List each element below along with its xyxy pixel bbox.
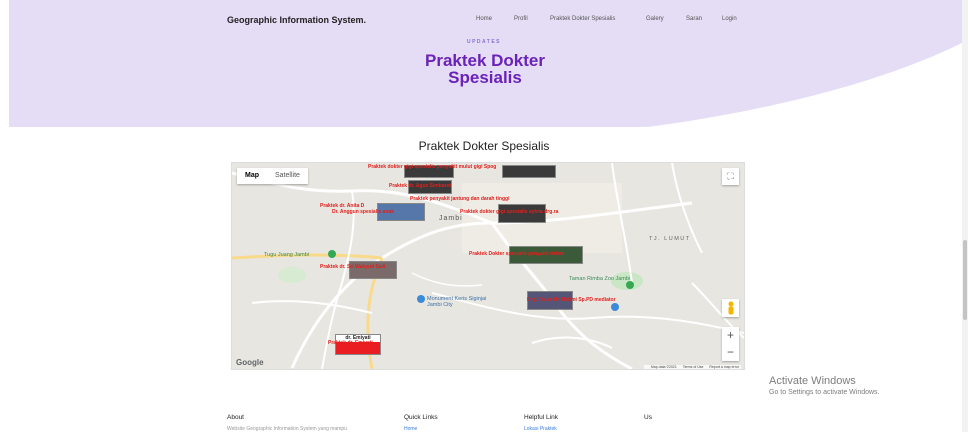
footer-helpful-heading: Helpful Link (524, 414, 558, 421)
place-label-rimba: Taman Rimba Zoo Jambi (569, 276, 631, 282)
place-label-monument: Monument Keris Siginjai Jambi City (427, 296, 487, 308)
marker-label[interactable]: Praktek penyakit jantung dan darah tingg… (410, 196, 509, 202)
nav-home[interactable]: Home (476, 16, 492, 22)
footer-quick-links: Quick Links Home (404, 414, 438, 432)
activate-title: Activate Windows (769, 375, 856, 387)
marker-label[interactable]: Praktek dokter gigi spesialis penyakit m… (368, 164, 496, 170)
nav-profil[interactable]: Profil (514, 16, 528, 22)
site-brand[interactable]: Geographic Information System. (227, 15, 366, 25)
marker-label[interactable]: Drg. Tessa Dr. Rahmi Sp.PD mediator (527, 297, 616, 303)
street-view-pegman-icon[interactable] (722, 299, 739, 317)
footer-us-heading: Us (644, 414, 652, 421)
footer-about-heading: About (227, 414, 244, 421)
report-error-link[interactable]: Report a map error (709, 365, 739, 369)
section-title: Praktek Dokter Spesialis (418, 139, 550, 153)
google-map[interactable]: Map Satellite ⛶ Jambi TJ. LUMUT Tugu Jua… (231, 162, 745, 370)
map-attribution: Map data ©2021 Terms of Use Report a map… (643, 365, 741, 369)
place-label-tj-lumut: TJ. LUMUT (649, 236, 691, 242)
marker-photo[interactable] (502, 165, 556, 178)
map-type-map[interactable]: Map (237, 168, 267, 184)
marker-label[interactable]: Praktek dr. Emiyati (328, 340, 373, 346)
hero-title: Praktek Dokter Spesialis (360, 52, 610, 86)
footer-about: About Website Geographic Information Sys… (227, 414, 347, 432)
nav-saran[interactable]: Saran (686, 16, 702, 22)
marker-label[interactable]: Praktek dr. Sri Wahyuti SpA (320, 264, 386, 270)
footer-helpful: Helpful Link Lokasi Praktek (524, 414, 558, 432)
place-pin-icon (611, 303, 619, 311)
footer-us: Us (644, 414, 652, 421)
footer-about-text: Website Geographic Information System ya… (227, 426, 347, 432)
activate-subtitle: Go to Settings to activate Windows. (769, 389, 880, 396)
nav-praktek[interactable]: Praktek Dokter Spesialis (550, 16, 615, 22)
tugu-pin-icon (328, 250, 336, 258)
hero-title-line1: Praktek Dokter (424, 51, 545, 70)
zoom-control: + − (722, 327, 739, 361)
terms-link[interactable]: Terms of Use (683, 365, 704, 369)
footer-lokasi-link[interactable]: Lokasi Praktek (524, 426, 558, 432)
hero-eyebrow: UPDATES (466, 39, 502, 45)
zoom-in-button[interactable]: + (722, 327, 739, 344)
map-type-control: Map Satellite (237, 168, 308, 184)
footer-quick-heading: Quick Links (404, 414, 438, 421)
monument-pin-icon (417, 295, 425, 303)
marker-label[interactable]: Praktek Dokter spesialis penyakit dalam (469, 251, 564, 257)
zoom-out-button[interactable]: − (722, 344, 739, 361)
scrollbar-thumb[interactable] (963, 240, 967, 320)
marker-label[interactable]: Praktek dr. Agus Simbaret (389, 183, 451, 189)
place-label-jambi: Jambi (439, 215, 463, 222)
hero-title-line2: Spesialis (448, 68, 522, 87)
map-type-satellite[interactable]: Satellite (267, 168, 308, 184)
place-label-tugu: Tugu Juang Jambi (264, 252, 310, 258)
fullscreen-button[interactable]: ⛶ (722, 168, 739, 185)
map-data-text: Map data ©2021 (650, 365, 677, 369)
google-logo: Google (236, 358, 264, 367)
nav-galery[interactable]: Galery (646, 16, 664, 22)
footer-home-link[interactable]: Home (404, 426, 438, 432)
nav-login[interactable]: Login (722, 16, 737, 22)
page-scrollbar[interactable] (962, 0, 968, 432)
map-tiles[interactable] (232, 163, 744, 369)
marker-label[interactable]: Dr. Anggun spesialis anak (332, 209, 394, 215)
activate-windows-watermark: Activate Windows Go to Settings to activ… (769, 375, 880, 396)
marker-label[interactable]: Praktek dokter gigi spesialis sylvia drg… (460, 209, 558, 215)
zoo-pin-icon (626, 281, 634, 289)
